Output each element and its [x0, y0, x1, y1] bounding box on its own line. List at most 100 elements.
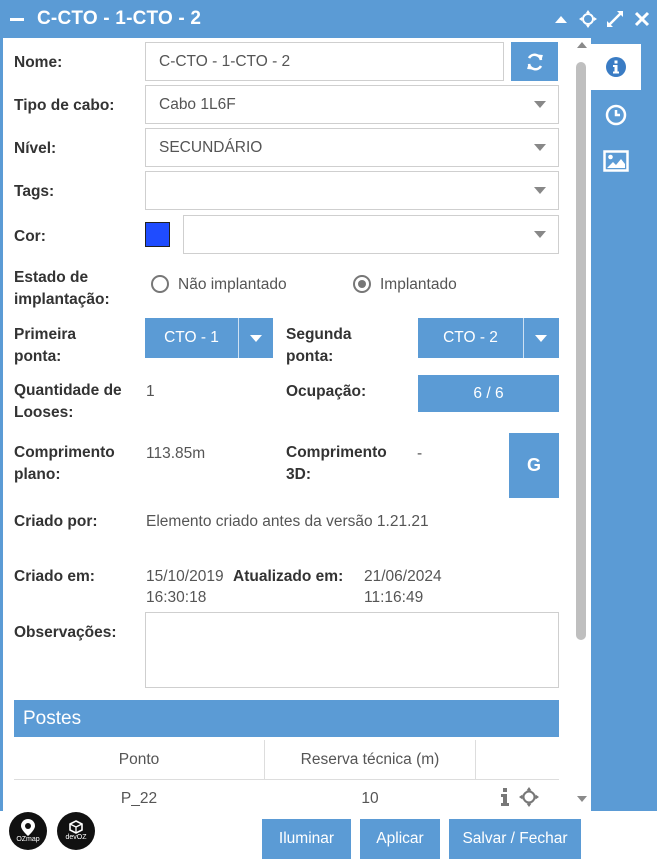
chevron-down-icon [534, 101, 546, 108]
tags-select[interactable] [145, 171, 559, 210]
looses-label-line1: Quantidade de [14, 382, 122, 399]
locate-icon[interactable] [579, 10, 597, 28]
tags-label: Tags: [14, 183, 55, 200]
column-header-ponto: Ponto [118, 751, 160, 768]
looses-label-line2: Looses: [14, 404, 74, 421]
close-icon[interactable] [633, 10, 651, 28]
form-area: Nome: C-CTO - 1-CTO - 2 Tipo de cabo: Ca… [3, 38, 573, 811]
info-icon[interactable] [500, 788, 510, 810]
info-icon [606, 57, 626, 77]
scroll-up-icon[interactable] [575, 38, 589, 52]
salvar-fechar-button[interactable]: Salvar / Fechar [449, 819, 581, 859]
ozmap-logo[interactable]: OZmap [9, 812, 47, 850]
clock-icon [605, 104, 627, 126]
observacoes-textarea[interactable] [145, 612, 559, 688]
primeira-ponta-dropdown[interactable]: CTO - 1 [145, 318, 273, 358]
chevron-down-icon [535, 335, 547, 342]
element-window: C-CTO - 1-CTO - 2 Nome: C-CTO - 1-CTO - … [0, 0, 657, 859]
observacoes-label: Observações: [14, 624, 117, 641]
tab-images[interactable] [591, 138, 641, 184]
postes-title: Postes [23, 707, 82, 729]
primeira-ponta-label-line1: Primeira [14, 326, 77, 343]
nome-input[interactable]: C-CTO - 1-CTO - 2 [145, 42, 504, 81]
salvar-fechar-label: Salvar / Fechar [462, 830, 568, 847]
iluminar-label: Iluminar [278, 830, 335, 847]
radio-implantado-label[interactable]: Implantado [380, 274, 457, 295]
atualizado-em-time: 11:16:49 [364, 589, 424, 606]
aplicar-button[interactable]: Aplicar [360, 819, 440, 859]
criado-por-value: Elemento criado antes da versão 1.21.21 [146, 513, 429, 530]
locate-icon[interactable] [519, 787, 539, 811]
column-header-reserva: Reserva técnica (m) [300, 751, 440, 768]
iluminar-button[interactable]: Iluminar [262, 819, 351, 859]
color-swatch[interactable] [145, 222, 170, 247]
comprimento-3d-label-line1: Comprimento [286, 444, 387, 461]
collapse-caret-icon[interactable] [552, 10, 570, 28]
comprimento-3d-label-line2: 3D: [286, 466, 311, 483]
radio-nao-implantado[interactable] [151, 275, 169, 293]
g-button[interactable]: G [509, 433, 559, 498]
chevron-down-icon [534, 144, 546, 151]
image-icon [603, 150, 629, 172]
g-button-label: G [526, 455, 541, 475]
nome-value: C-CTO - 1-CTO - 2 [159, 52, 291, 70]
aplicar-label: Aplicar [376, 830, 424, 847]
postes-header: Postes [14, 700, 559, 737]
segunda-ponta-label-line1: Segunda [286, 326, 352, 343]
properties-panel: Nome: C-CTO - 1-CTO - 2 Tipo de cabo: Ca… [3, 38, 591, 811]
atualizado-em-date: 21/06/2024 [364, 568, 442, 585]
footer-bar: OZmap devOZ Iluminar Aplicar Salvar / Fe… [0, 811, 657, 859]
estado-label-line2: implantação: [14, 291, 110, 308]
ocupacao-button[interactable]: 6 / 6 [418, 375, 559, 412]
comprimento-plano-label-line2: plano: [14, 466, 61, 483]
side-tabs [591, 38, 657, 811]
chevron-down-icon [250, 335, 262, 342]
devoz-logo-label: devOZ [65, 834, 87, 841]
nivel-value: SECUNDÁRIO [159, 138, 263, 156]
comprimento-plano-value: 113.85m [146, 445, 206, 462]
expand-icon[interactable] [606, 10, 624, 28]
nivel-label: Nível: [14, 140, 57, 157]
table-row: P_22 10 [14, 781, 559, 811]
radio-nao-implantado-label[interactable]: Não implantado [178, 274, 287, 295]
segunda-ponta-value: CTO - 2 [443, 329, 498, 346]
comprimento-plano-label-line1: Comprimento [14, 444, 115, 461]
window-actions [552, 0, 651, 38]
devoz-logo[interactable]: devOZ [57, 812, 95, 850]
criado-por-label: Criado por: [14, 513, 98, 530]
tipo-cabo-label: Tipo de cabo: [14, 97, 115, 114]
tipo-cabo-select[interactable]: Cabo 1L6F [145, 85, 559, 124]
tab-history[interactable] [591, 92, 641, 138]
window-titlebar[interactable]: C-CTO - 1-CTO - 2 [0, 0, 657, 38]
ozmap-logo-label: OZmap [16, 835, 40, 843]
primeira-ponta-label-line2: ponta: [14, 348, 62, 365]
radio-implantado[interactable] [353, 275, 371, 293]
refresh-name-button[interactable] [511, 42, 558, 81]
ocupacao-label: Ocupação: [286, 383, 367, 400]
refresh-icon [526, 53, 543, 70]
segunda-ponta-label-line2: ponta: [286, 348, 334, 365]
vertical-scrollbar[interactable] [573, 38, 591, 811]
cor-select[interactable] [183, 215, 559, 254]
chevron-down-icon [534, 187, 546, 194]
chevron-down-icon [534, 231, 546, 238]
scroll-thumb[interactable] [576, 62, 586, 640]
scroll-down-icon[interactable] [575, 792, 589, 806]
tipo-cabo-value: Cabo 1L6F [159, 95, 236, 113]
nivel-select[interactable]: SECUNDÁRIO [145, 128, 559, 167]
cor-label: Cor: [14, 228, 46, 245]
minimize-icon[interactable] [10, 17, 24, 21]
criado-em-time: 16:30:18 [146, 589, 207, 606]
segunda-ponta-dropdown[interactable]: CTO - 2 [418, 318, 559, 358]
criado-em-date: 15/10/2019 [146, 568, 224, 585]
ocupacao-value: 6 / 6 [473, 384, 504, 402]
comprimento-3d-value: - [417, 445, 423, 462]
primeira-ponta-value: CTO - 1 [164, 329, 219, 346]
row-reserva: 10 [361, 790, 379, 807]
looses-value: 1 [146, 383, 155, 400]
window-title: C-CTO - 1-CTO - 2 [37, 8, 202, 29]
criado-em-label: Criado em: [14, 568, 95, 585]
tab-info[interactable] [591, 44, 641, 90]
row-ponto: P_22 [120, 790, 158, 807]
postes-table-header: Ponto Reserva técnica (m) [14, 740, 559, 780]
